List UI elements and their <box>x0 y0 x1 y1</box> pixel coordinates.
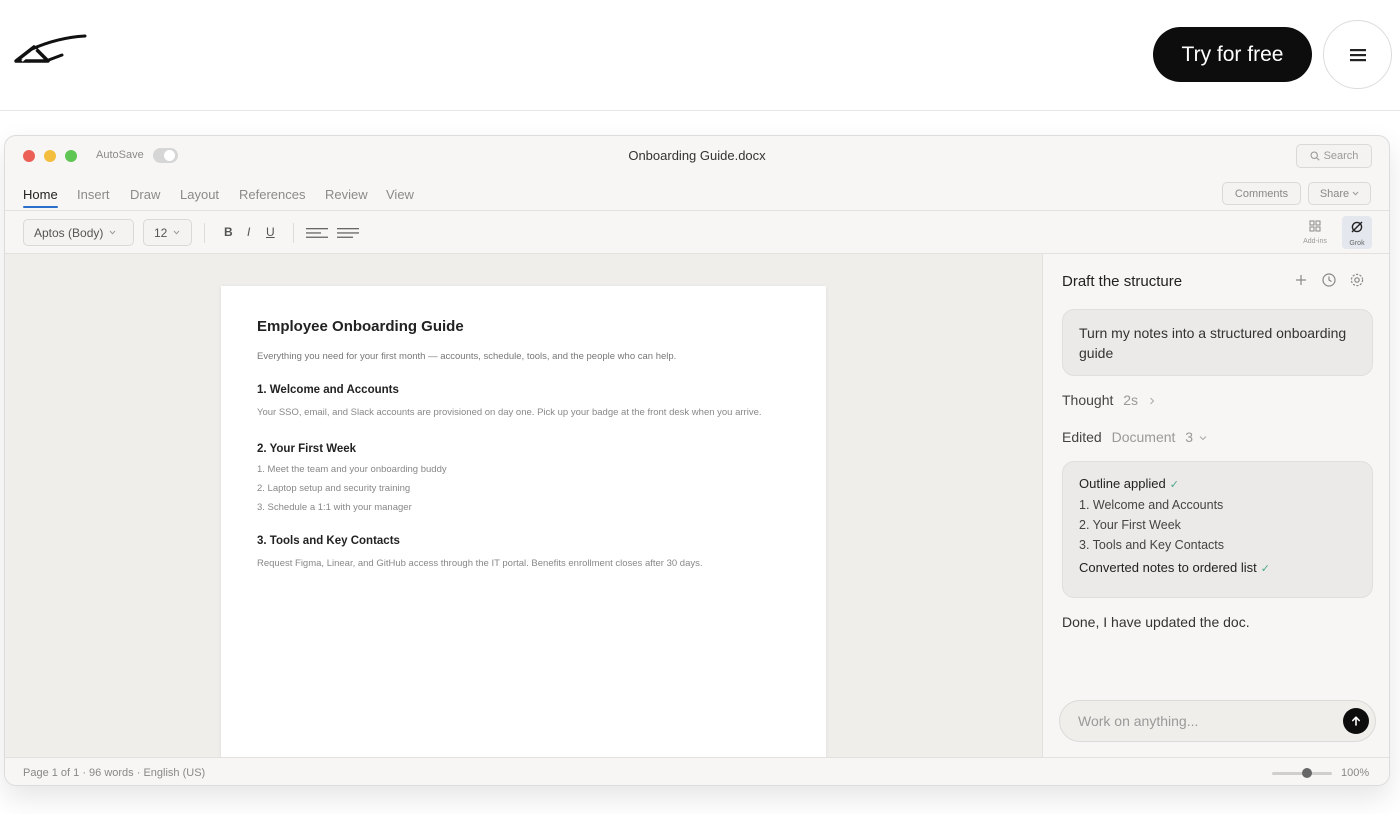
history-clock-icon[interactable] <box>1321 272 1337 288</box>
font-size-value: 12 <box>154 225 168 240</box>
font-family-value: Aptos (Body) <box>34 225 104 240</box>
title-bar: AutoSave Onboarding Guide.docx Search <box>5 136 1389 176</box>
outline-foot: Converted notes to ordered list <box>1079 560 1257 575</box>
thought-label: Thought <box>1062 392 1114 408</box>
add-ins-grid-icon <box>1309 220 1321 232</box>
tab-layout[interactable]: Layout <box>180 187 219 202</box>
font-family-select[interactable]: Aptos (Body) <box>23 219 134 246</box>
tab-draw[interactable]: Draw <box>130 187 160 202</box>
toolbar-divider <box>293 223 294 243</box>
document-page[interactable]: Employee Onboarding Guide Everything you… <box>221 286 826 757</box>
bold-button[interactable]: B <box>224 225 233 239</box>
word-app-window: AutoSave Onboarding Guide.docx Search Ho… <box>4 135 1390 786</box>
tab-insert[interactable]: Insert <box>77 187 110 202</box>
outline-foot-row: Converted notes to ordered list ✓ <box>1079 560 1356 575</box>
outline-result-card: Outline applied ✓ 1. Welcome and Accounts… <box>1062 461 1373 598</box>
tab-references[interactable]: References <box>239 187 305 202</box>
section-heading: 3. Tools and Key Contacts <box>257 535 400 547</box>
chat-input-placeholder: Work on anything... <box>1078 713 1199 729</box>
menu-button[interactable] <box>1323 20 1392 89</box>
justify-icon <box>337 228 359 238</box>
formatting-toolbar: Aptos (Body) 12 B I U <box>5 211 1389 254</box>
send-button[interactable] <box>1343 708 1369 734</box>
section-heading: 1. Welcome and Accounts <box>257 384 399 396</box>
plus-icon[interactable] <box>1293 272 1309 288</box>
try-for-free-button[interactable]: Try for free <box>1153 27 1312 82</box>
site-header: Try for free <box>0 0 1400 111</box>
document-canvas[interactable]: Employee Onboarding Guide Everything you… <box>5 254 1042 757</box>
add-ins-label: Add-ins <box>1303 238 1327 245</box>
list-item: 1. Meet the team and your onboarding bud… <box>257 464 447 475</box>
assistant-title: Draft the structure <box>1062 273 1183 290</box>
thought-row[interactable]: Thought 2s <box>1062 392 1156 408</box>
doc-heading: Employee Onboarding Guide <box>257 318 464 335</box>
underline-button[interactable]: U <box>266 225 275 239</box>
arrow-up-icon <box>1352 716 1360 726</box>
align-left-button[interactable] <box>306 226 328 244</box>
section-heading: 2. Your First Week <box>257 443 357 455</box>
zoom-slider-handle[interactable] <box>1302 768 1312 778</box>
assistant-pane: Draft the structure Turn my notes into a… <box>1042 254 1389 757</box>
hamburger-menu-icon <box>1349 48 1366 61</box>
edited-count: 3 <box>1185 429 1194 445</box>
zoom-level: 100% <box>1341 767 1370 779</box>
toolbar-divider <box>204 223 205 243</box>
settings-gear-icon[interactable] <box>1349 272 1365 288</box>
edited-target: Document <box>1111 429 1176 445</box>
outline-head-row: Outline applied ✓ <box>1079 476 1356 491</box>
chevron-right-icon <box>1150 397 1155 405</box>
doc-lead-paragraph: Everything you need for your first month… <box>257 351 677 362</box>
grok-label: Grok <box>1349 240 1365 247</box>
justify-button[interactable] <box>337 226 359 244</box>
assistant-response: Done, I have updated the doc. <box>1062 614 1250 630</box>
grok-button[interactable]: Grok <box>1342 216 1372 249</box>
assistant-actions <box>1293 272 1365 288</box>
ordered-list: 1. Meet the team and your onboarding bud… <box>257 464 790 513</box>
check-icon: ✓ <box>1169 479 1179 491</box>
thought-time: 2s <box>1123 392 1139 408</box>
search-label: Search <box>1323 150 1359 162</box>
document-stats: Page 1 of 1 · 96 words · English (US) <box>23 767 206 779</box>
chevron-down-icon <box>1352 191 1359 196</box>
user-prompt-bubble: Turn my notes into a structured onboardi… <box>1062 309 1373 376</box>
add-ins-button[interactable]: Add-ins <box>1298 219 1332 245</box>
chevron-down-icon <box>110 230 116 235</box>
tab-view[interactable]: View <box>386 187 414 202</box>
share-button[interactable]: Share <box>1308 182 1371 205</box>
comments-button[interactable]: Comments <box>1222 182 1301 205</box>
comments-label: Comments <box>1234 187 1289 200</box>
grok-icon <box>1351 221 1363 233</box>
outline-list: 1. Welcome and Accounts 2. Your First We… <box>1079 498 1356 552</box>
align-left-icon <box>306 228 328 238</box>
edited-row[interactable]: Edited Document 3 <box>1062 429 1207 445</box>
tab-home[interactable]: Home <box>23 187 58 208</box>
tab-review[interactable]: Review <box>325 187 368 202</box>
ribbon-tabs: Home Insert Draw Layout References Revie… <box>5 176 1389 211</box>
list-item: 3. Schedule a 1:1 with your manager <box>257 502 412 513</box>
check-icon: ✓ <box>1260 563 1270 575</box>
chevron-down-icon <box>173 230 180 235</box>
chat-input[interactable]: Work on anything... <box>1059 700 1376 742</box>
x-logo-icon[interactable] <box>14 33 88 67</box>
share-label: Share <box>1319 187 1350 200</box>
font-size-select[interactable]: 12 <box>143 219 192 246</box>
list-item: 2. Your First Week <box>1079 518 1181 532</box>
document-title: Onboarding Guide.docx <box>628 148 766 163</box>
edited-label: Edited <box>1062 429 1102 445</box>
list-item: 2. Laptop setup and security training <box>257 483 411 494</box>
section-body: Your SSO, email, and Slack accounts are … <box>257 407 762 418</box>
search-button[interactable]: Search <box>1296 144 1372 168</box>
status-bar: Page 1 of 1 · 96 words · English (US) 10… <box>5 757 1389 785</box>
list-item: 1. Welcome and Accounts <box>1079 498 1224 512</box>
outline-head: Outline applied <box>1079 476 1166 491</box>
search-icon <box>1310 151 1320 161</box>
section-body: Request Figma, Linear, and GitHub access… <box>257 558 703 569</box>
list-item: 3. Tools and Key Contacts <box>1079 538 1224 552</box>
italic-button[interactable]: I <box>247 225 250 239</box>
chevron-down-icon <box>1199 436 1207 441</box>
